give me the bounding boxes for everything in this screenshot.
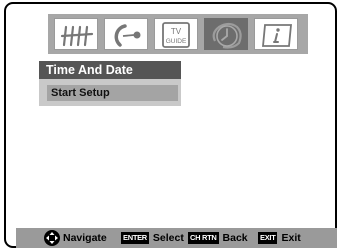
footer-exit: EXIT Exit [258,228,301,248]
menu-title: Time And Date [39,61,181,79]
satellite-dish-icon [114,24,141,47]
footer-help-bar: Navigate ENTER Select CH RTN Back EXIT Exit [16,228,337,248]
enter-key-badge: ENTER [121,232,149,245]
tab-tv-guide[interactable]: TV GUIDE [154,18,198,50]
footer-select: ENTER Select [121,228,184,248]
antenna-icon [60,25,94,47]
tab-antenna[interactable] [54,18,98,50]
exit-label: Exit [281,232,301,244]
screen-frame: TV GUIDE Time And Date Start Setup Navig… [4,2,337,248]
menu-item-start-setup[interactable]: Start Setup [47,85,178,101]
info-icon [262,24,292,47]
tab-info[interactable] [254,18,298,50]
back-label: Back [222,232,248,244]
time-and-date-menu: Time And Date Start Setup [39,61,181,106]
select-label: Select [152,232,184,244]
tab-clock[interactable] [204,18,248,50]
svg-text:GUIDE: GUIDE [166,38,187,45]
footer-navigate: Navigate [44,228,107,248]
exit-key-badge: EXIT [258,232,278,245]
category-tab-bar: TV GUIDE [48,14,308,54]
tab-satellite[interactable] [104,18,148,50]
ch-rtn-key-badge: CH RTN [188,232,219,245]
svg-text:TV: TV [171,27,182,36]
navigate-pad-icon [44,230,60,247]
tv-guide-icon: TV GUIDE [162,22,190,48]
clock-icon [212,22,242,49]
footer-back: CH RTN Back [188,228,248,248]
navigate-label: Navigate [63,232,107,244]
